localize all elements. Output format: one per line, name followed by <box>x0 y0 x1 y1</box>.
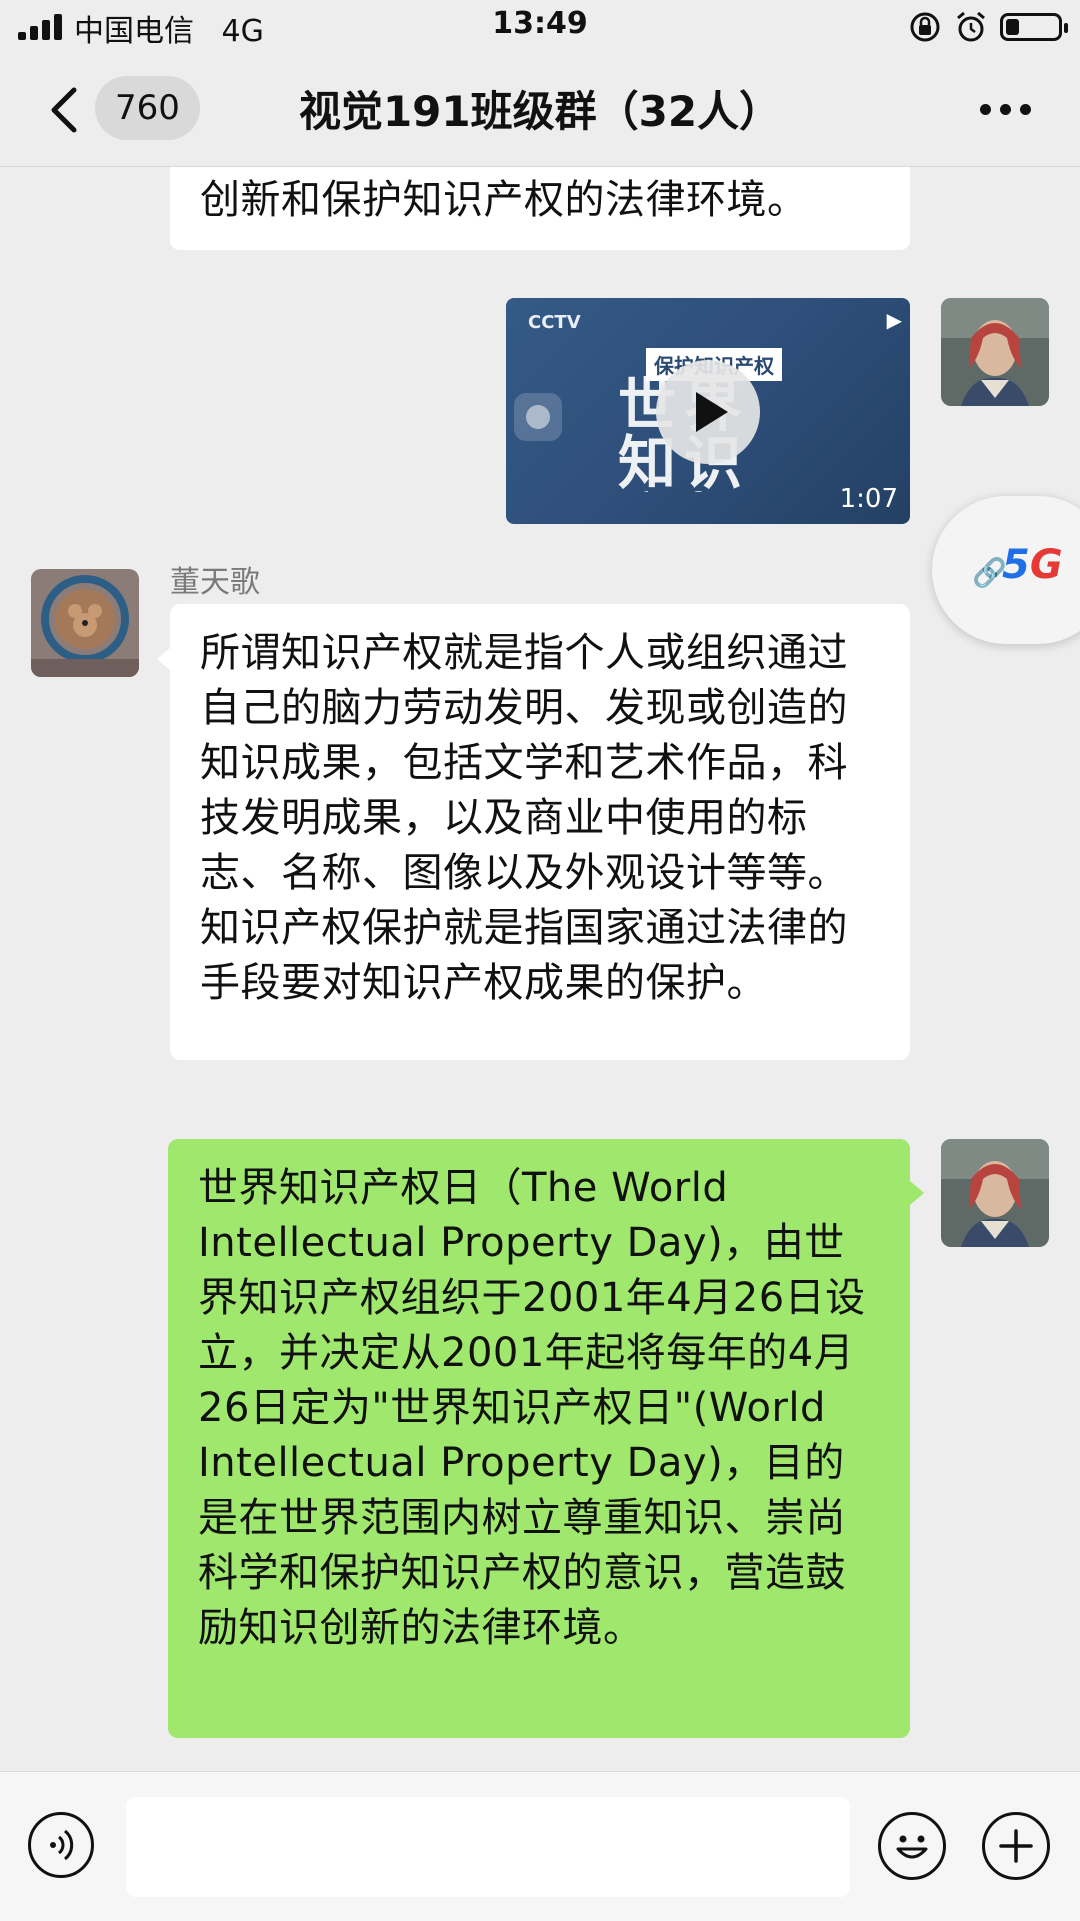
message-text: 创新和保护知识产权的法律环境。 <box>200 177 808 223</box>
message-list[interactable]: 创新和保护知识产权的法律环境。 CCTV ▶ 保护知识产权 世界知识产权日 1:… <box>0 167 1080 1771</box>
avatar-sender[interactable] <box>31 569 139 677</box>
input-bar <box>0 1771 1080 1921</box>
floating-5g-widget[interactable]: 🔗 5G <box>932 496 1080 644</box>
status-bar: 中国电信 4G 13:49 <box>0 0 1080 54</box>
bubble-tail <box>910 1181 924 1205</box>
alarm-icon <box>957 11 985 42</box>
play-icon[interactable] <box>656 360 760 464</box>
chat-title: 视觉191班级群（32人） <box>298 87 782 136</box>
message-input[interactable] <box>126 1797 850 1897</box>
status-icons <box>908 8 1068 46</box>
message-bubble[interactable]: 所谓知识产权就是指个人或组织通过自己的脑力劳动发明、发现或创造的知识成果，包括文… <box>170 604 910 1060</box>
bubble-tail <box>157 647 171 671</box>
video-overlay-dot <box>514 393 562 441</box>
message-text: 所谓知识产权就是指个人或组织通过自己的脑力劳动发明、发现或创造的知识成果，包括文… <box>200 630 848 1006</box>
avatar-self[interactable] <box>941 298 1049 406</box>
5g-label: 5G <box>1002 542 1063 588</box>
video-source-logo: ▶ <box>886 308 902 332</box>
message-text: 世界知识产权日（The World Intellectual Property … <box>198 1165 866 1651</box>
more-dots-icon[interactable] <box>980 94 1040 124</box>
plus-icon[interactable] <box>982 1812 1050 1880</box>
message-bubble[interactable]: 创新和保护知识产权的法律环境。 <box>170 167 910 250</box>
rotation-lock-icon <box>910 12 940 42</box>
message-bubble-sent[interactable]: 世界知识产权日（The World Intellectual Property … <box>168 1139 910 1738</box>
video-duration: 1:07 <box>839 484 898 514</box>
battery-fill <box>1006 19 1019 35</box>
emoji-icon[interactable] <box>878 1812 946 1880</box>
avatar-self[interactable] <box>941 1139 1049 1247</box>
video-channel-logo: CCTV <box>528 312 581 333</box>
voice-icon[interactable] <box>28 1812 94 1878</box>
sender-name: 董天歌 <box>170 565 260 600</box>
video-message[interactable]: CCTV ▶ 保护知识产权 世界知识产权日 1:07 <box>506 298 910 524</box>
chat-header: 760 视觉191班级群（32人） <box>0 54 1080 167</box>
battery-icon <box>1000 13 1068 41</box>
